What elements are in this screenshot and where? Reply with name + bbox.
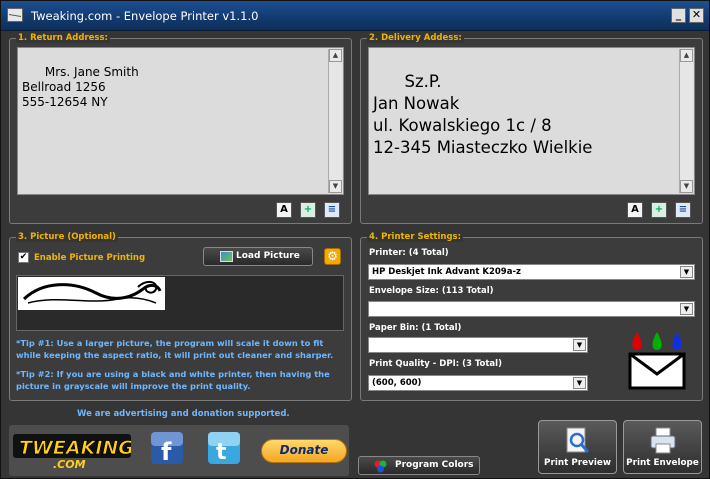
program-colors-button[interactable]: Program Colors [358,456,480,475]
envelope-size-select[interactable]: ▼ [368,301,695,317]
print-preview-button[interactable]: Print Preview [538,420,617,474]
donate-button[interactable]: Donate [261,439,347,463]
delivery-address-scrollbar[interactable]: ▲ ▼ [679,49,693,193]
tweaking-logo[interactable]: TWEAKING .COM [13,432,131,470]
font-button-icon[interactable]: A [627,202,643,218]
paper-bin-select[interactable]: ▼ [368,337,588,353]
printer-select[interactable]: HP Deskjet Ink Advant K209a-z ▼ [368,264,695,280]
print-quality-select[interactable]: (600, 600) ▼ [368,375,588,391]
chevron-down-icon[interactable]: ▼ [680,303,693,315]
return-address-text: Mrs. Jane Smith Bellroad 1256 555-12654 … [22,65,139,109]
tip-two-text: *Tip #2: If you are using a black and wh… [16,369,330,391]
print-quality-label: Print Quality - DPI: (3 Total) [369,359,502,369]
picture-title: 3. Picture (Optional) [16,232,118,242]
paper-bin-label: Paper Bin: (1 Total) [369,323,462,333]
load-picture-button[interactable]: Load Picture [203,247,313,266]
enable-picture-checkbox[interactable]: ✔ [18,252,29,263]
print-envelope-label: Print Envelope [626,458,699,468]
printer-select-value: HP Deskjet Ink Advant K209a-z [372,267,521,277]
print-preview-icon [566,427,590,453]
title-bar: Tweaking.com - Envelope Printer v1.1.0 _… [1,1,709,31]
printer-icon [650,427,676,454]
flourish-preview-image [18,277,165,310]
chevron-down-icon[interactable]: ▼ [573,339,586,351]
window-title: Tweaking.com - Envelope Printer v1.1.0 [31,9,259,23]
program-colors-label: Program Colors [395,460,474,470]
print-quality-value: (600, 600) [372,378,422,388]
picture-icon [220,251,233,262]
envelope-app-icon [7,8,23,22]
chevron-down-icon[interactable]: ▼ [573,377,586,389]
ink-envelope-icon [628,332,686,390]
print-envelope-button[interactable]: Print Envelope [623,420,702,474]
add-address-icon[interactable]: + [300,202,316,218]
support-text: We are advertising and donation supporte… [77,409,290,419]
return-address-scrollbar[interactable]: ▲ ▼ [328,49,342,193]
facebook-icon[interactable]: f [149,430,185,470]
address-book-icon[interactable]: ≡ [675,202,691,218]
address-book-icon[interactable]: ≡ [324,202,340,218]
tip-one-text: *Tip #1: Use a larger picture, the progr… [16,338,334,360]
svg-text:t: t [216,440,227,465]
svg-text:f: f [161,438,172,466]
minimize-button[interactable]: _ [671,8,686,23]
printer-label: Printer: (4 Total) [369,248,449,258]
scroll-down-arrow-icon[interactable]: ▼ [680,180,693,193]
return-address-panel: 1. Return Address: Mrs. Jane Smith Bellr… [9,33,352,224]
print-preview-label: Print Preview [544,458,611,468]
logo-text: TWEAKING [19,437,131,459]
scroll-up-arrow-icon[interactable]: ▲ [680,49,693,62]
delivery-address-text: Sz.P. Jan Nowak ul. Kowalskiego 1c / 8 1… [373,72,593,157]
font-button-icon[interactable]: A [276,202,292,218]
twitter-icon[interactable]: t [206,430,242,470]
delivery-address-textarea[interactable]: Sz.P. Jan Nowak ul. Kowalskiego 1c / 8 1… [368,47,695,195]
gear-icon[interactable]: ⚙ [324,248,341,265]
add-address-icon[interactable]: + [651,202,667,218]
delivery-address-title: 2. Delivery Addess: [367,33,464,43]
return-address-title: 1. Return Address: [16,33,110,43]
enable-picture-label: Enable Picture Printing [34,253,146,263]
printer-settings-panel: 4. Printer Settings: Printer: (4 Total) … [360,232,703,401]
picture-preview-area [16,275,344,331]
picture-panel: 3. Picture (Optional) ✔ Enable Picture P… [9,232,352,401]
chevron-down-icon[interactable]: ▼ [680,266,693,278]
delivery-address-panel: 2. Delivery Addess: Sz.P. Jan Nowak ul. … [360,33,703,224]
scroll-down-arrow-icon[interactable]: ▼ [329,180,342,193]
logo-sub: .COM [53,458,86,470]
load-picture-label: Load Picture [236,251,300,261]
footer-bar: TWEAKING .COM f t Donate [9,425,349,476]
printer-settings-title: 4. Printer Settings: [367,232,463,242]
scroll-up-arrow-icon[interactable]: ▲ [329,49,342,62]
envelope-size-label: Envelope Size: (113 Total) [369,286,494,296]
app-window: Tweaking.com - Envelope Printer v1.1.0 _… [0,0,710,479]
close-button[interactable]: ✕ [689,8,704,23]
return-address-textarea[interactable]: Mrs. Jane Smith Bellroad 1256 555-12654 … [17,47,344,195]
color-palette-icon [374,460,387,473]
